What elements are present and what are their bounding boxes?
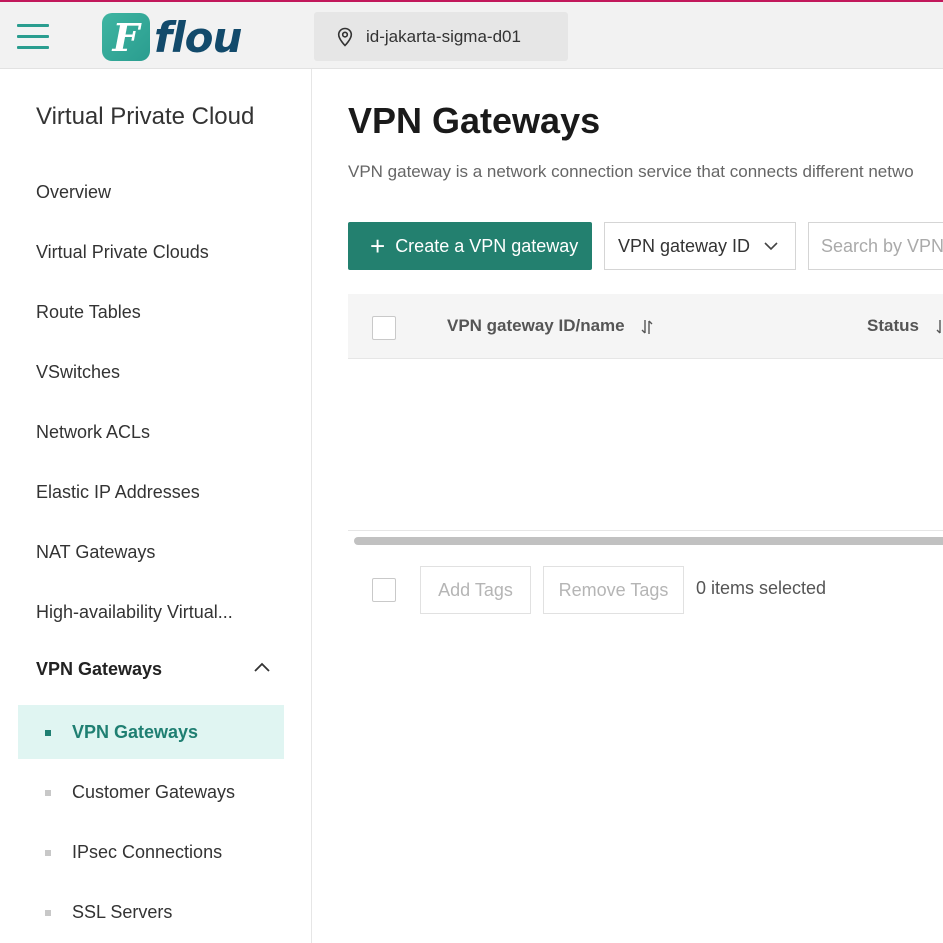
sidebar-subitem-ssl-servers[interactable]: SSL Servers [18,885,284,939]
plus-icon: + [370,231,386,261]
column-header-label: VPN gateway ID/name [447,316,625,335]
bullet-icon [45,790,51,796]
column-header-vpn-gateway-id[interactable]: VPN gateway ID/name [447,316,653,336]
selected-items-count: 0 items selected [696,578,827,598]
bullet-icon [45,730,51,736]
sidebar-item-high-availability-virtual[interactable]: High-availability Virtual... [36,602,233,623]
sort-icon[interactable] [936,318,943,336]
create-vpn-gateway-button[interactable]: + Create a VPN gateway [348,222,592,270]
select-all-checkbox[interactable] [372,316,396,340]
column-header-label: Status [867,316,919,335]
sidebar-item-network-acls[interactable]: Network ACLs [36,422,150,443]
page-title: VPN Gateways [348,100,601,141]
bullet-icon [45,910,51,916]
location-pin-icon [337,27,353,47]
chevron-up-icon[interactable] [252,659,272,675]
filter-field-select[interactable]: VPN gateway ID [604,222,796,270]
sidebar-title: Virtual Private Cloud [36,103,255,130]
logo-mark: F [102,13,150,61]
search-input[interactable] [808,222,943,270]
logo-text: flou [154,12,242,62]
bullet-icon [45,850,51,856]
create-button-label: Create a VPN gateway [395,235,579,256]
sidebar-item-virtual-private-clouds[interactable]: Virtual Private Clouds [36,242,209,263]
sidebar-subitem-label: SSL Servers [72,901,173,922]
remove-tags-button[interactable]: Remove Tags [543,566,684,614]
logo[interactable]: F flou [102,12,242,62]
sidebar-subitem-customer-gateways[interactable]: Customer Gateways [18,765,284,819]
sidebar-subitem-label: Customer Gateways [72,781,236,802]
sidebar-subitem-label: VPN Gateways [72,721,199,742]
horizontal-scrollbar[interactable] [354,537,943,545]
page-description: VPN gateway is a network connection serv… [348,162,914,181]
sidebar-group-label: VPN Gateways [36,659,163,679]
bulk-select-checkbox[interactable] [372,578,396,602]
hamburger-menu-icon[interactable] [17,24,49,50]
sidebar-item-overview[interactable]: Overview [36,182,111,203]
sort-icon[interactable] [641,318,653,336]
chevron-down-icon [764,242,778,251]
sidebar-subitem-ipsec-connections[interactable]: IPsec Connections [18,825,284,879]
column-header-status[interactable]: Status [867,316,943,336]
add-tags-button[interactable]: Add Tags [420,566,531,614]
region-selector[interactable]: id-jakarta-sigma-d01 [314,12,568,61]
table-header: VPN gateway ID/name Status [348,294,943,359]
table-bottom-divider [348,530,943,531]
sidebar-item-vswitches[interactable]: VSwitches [36,362,120,383]
filter-select-value: VPN gateway ID [618,235,751,256]
sidebar-item-nat-gateways[interactable]: NAT Gateways [36,542,155,563]
region-name: id-jakarta-sigma-d01 [366,26,521,46]
sidebar-subitem-label: IPsec Connections [72,841,223,862]
sidebar-item-elastic-ip-addresses[interactable]: Elastic IP Addresses [36,482,200,503]
sidebar-group-vpn-gateways[interactable]: VPN Gateways [36,659,272,680]
top-header: F flou id-jakarta-sigma-d01 [0,2,943,69]
sidebar-item-route-tables[interactable]: Route Tables [36,302,141,323]
sidebar: Virtual Private Cloud Overview Virtual P… [0,69,312,943]
sidebar-subitem-vpn-gateways[interactable]: VPN Gateways [18,705,284,759]
